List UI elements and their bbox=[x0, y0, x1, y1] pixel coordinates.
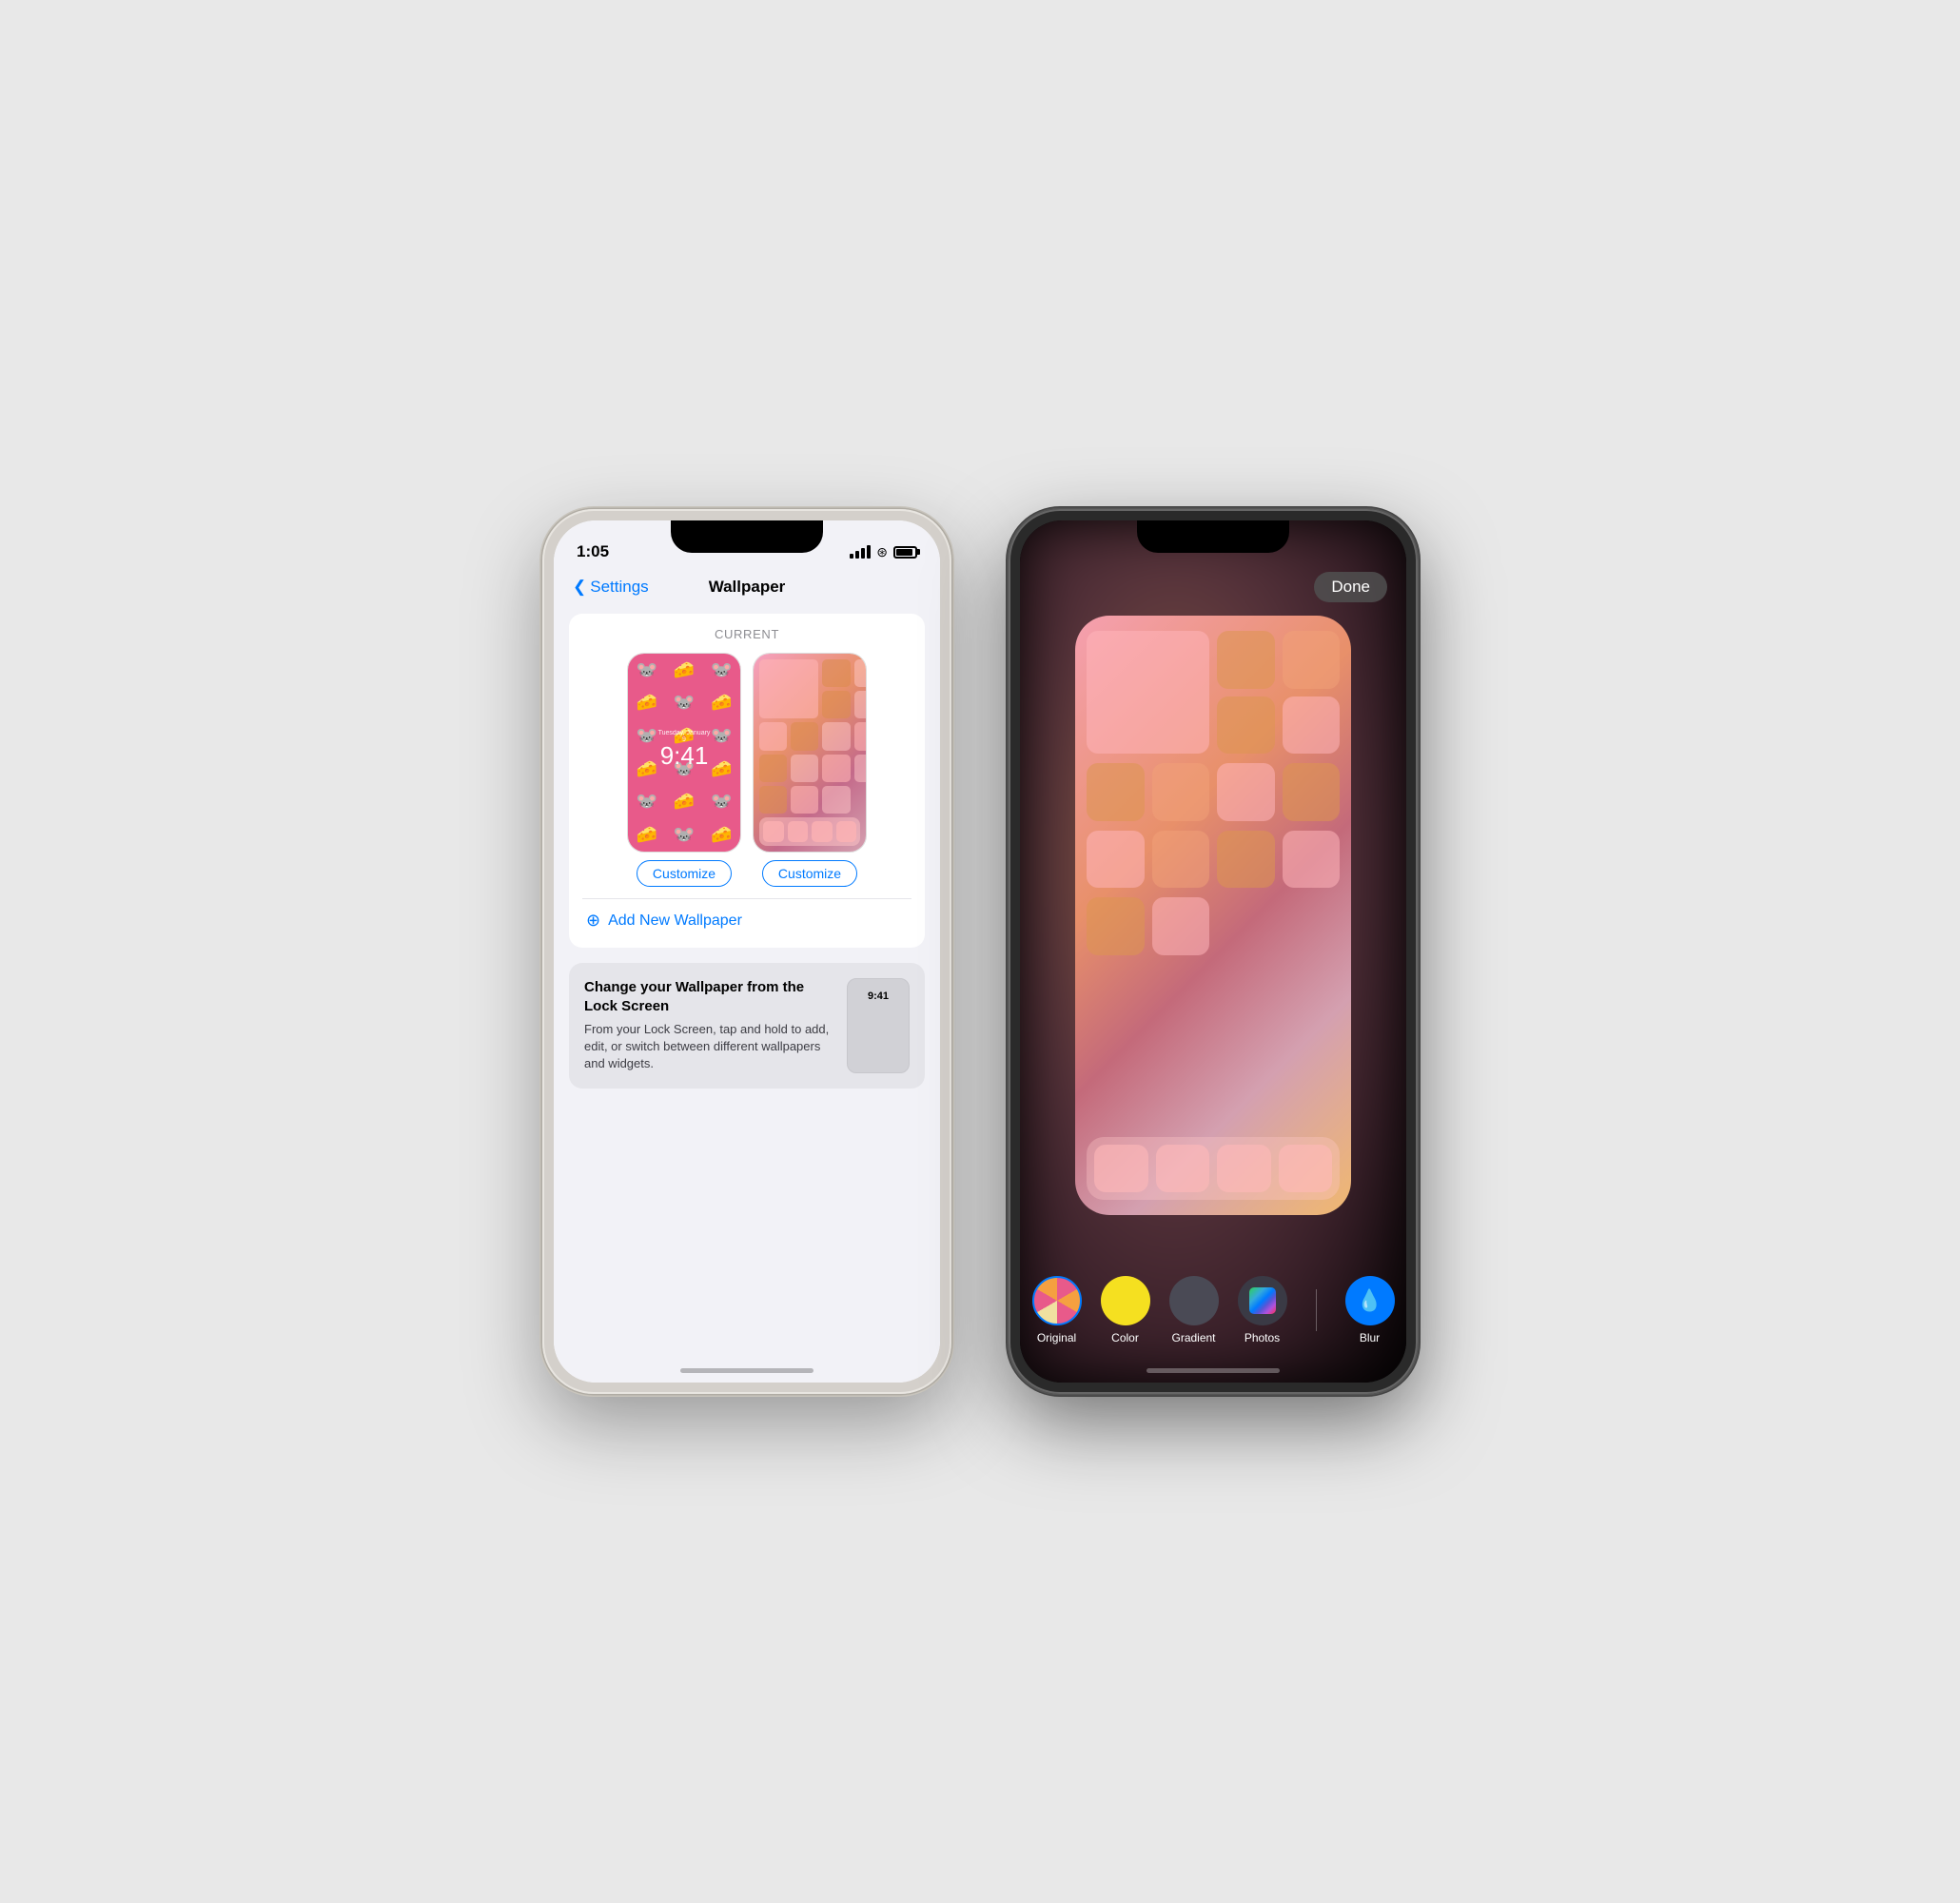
toolbar-option-original[interactable]: Original bbox=[1032, 1276, 1082, 1344]
status-time: 1:05 bbox=[577, 542, 609, 561]
toolbar-divider bbox=[1316, 1289, 1317, 1331]
nav-bar: ❮ Settings Wallpaper bbox=[554, 570, 940, 604]
info-title: Change your Wallpaper from the Lock Scre… bbox=[584, 978, 835, 1015]
settings-screen: 1:05 ⊛ ❮ Set bbox=[554, 520, 940, 1383]
add-wallpaper-label[interactable]: Add New Wallpaper bbox=[608, 912, 742, 930]
original-circle bbox=[1032, 1276, 1082, 1325]
toolbar-option-color[interactable]: Color bbox=[1101, 1276, 1150, 1344]
chevron-left-icon: ❮ bbox=[573, 578, 586, 597]
customize-home-button[interactable]: Customize bbox=[762, 860, 857, 887]
photos-icon bbox=[1249, 1287, 1276, 1314]
toolbar-option-blur[interactable]: 💧 Blur bbox=[1345, 1276, 1395, 1344]
editor-toolbar: Original Color Gradient bbox=[1020, 1276, 1406, 1344]
signal-icon bbox=[850, 545, 871, 559]
current-label: CURRENT bbox=[582, 627, 911, 641]
info-text: Change your Wallpaper from the Lock Scre… bbox=[584, 978, 835, 1073]
toolbar-option-gradient[interactable]: Gradient bbox=[1169, 1276, 1219, 1344]
editor-screen: Done bbox=[1020, 520, 1406, 1383]
home-indicator[interactable] bbox=[680, 1368, 813, 1373]
battery-icon bbox=[893, 546, 917, 559]
dock-preview bbox=[759, 817, 860, 846]
home-indicator-2[interactable] bbox=[1147, 1368, 1280, 1373]
mini-phone-time: 9:41 bbox=[868, 991, 889, 1002]
editor-dock bbox=[1087, 1137, 1340, 1200]
lock-screen-preview[interactable]: 🐭 🧀 🐭 🧀 🐭 🧀 🐭 🧀 🐭 🧀 bbox=[627, 653, 741, 887]
app-row-4 bbox=[1087, 897, 1340, 955]
back-button[interactable]: ❮ Settings bbox=[573, 578, 649, 597]
blur-circle: 💧 bbox=[1345, 1276, 1395, 1325]
add-wallpaper-row[interactable]: ⊕ Add New Wallpaper bbox=[582, 898, 911, 934]
mini-phone-preview: 9:41 bbox=[847, 978, 910, 1073]
status-icons: ⊛ bbox=[850, 544, 917, 560]
notch-2 bbox=[1137, 520, 1289, 553]
lock-date: Tuesday, January 9 bbox=[657, 730, 713, 743]
plus-circle-icon: ⊕ bbox=[586, 911, 600, 931]
blur-label: Blur bbox=[1360, 1331, 1380, 1344]
notch bbox=[671, 520, 823, 553]
back-label[interactable]: Settings bbox=[590, 578, 648, 597]
settings-content: CURRENT 🐭 🧀 🐭 🧀 🐭 bbox=[554, 604, 940, 1098]
photos-label: Photos bbox=[1245, 1331, 1280, 1344]
home-screen-thumbnail bbox=[753, 653, 867, 853]
app-row-2 bbox=[1087, 763, 1340, 821]
info-section: Change your Wallpaper from the Lock Scre… bbox=[569, 963, 925, 1089]
editor-wallpaper-preview bbox=[1075, 616, 1351, 1215]
color-label: Color bbox=[1111, 1331, 1139, 1344]
editor-top-bar: Done bbox=[1295, 520, 1406, 602]
phone-settings: 1:05 ⊛ ❮ Set bbox=[542, 509, 951, 1394]
lock-time: 9:41 bbox=[657, 743, 713, 768]
home-screen-preview[interactable]: Customize bbox=[753, 653, 867, 887]
page-title: Wallpaper bbox=[709, 578, 786, 597]
home-wallpaper-bg bbox=[754, 654, 866, 852]
gradient-label: Gradient bbox=[1171, 1331, 1215, 1344]
wallpaper-previews: 🐭 🧀 🐭 🧀 🐭 🧀 🐭 🧀 🐭 🧀 bbox=[582, 653, 911, 887]
app-row-3 bbox=[1087, 831, 1340, 889]
original-label: Original bbox=[1037, 1331, 1076, 1344]
info-description: From your Lock Screen, tap and hold to a… bbox=[584, 1021, 835, 1073]
photos-circle bbox=[1238, 1276, 1287, 1325]
color-circle bbox=[1101, 1276, 1150, 1325]
toolbar-options: Original Color Gradient bbox=[1032, 1276, 1395, 1344]
customize-lock-button[interactable]: Customize bbox=[637, 860, 732, 887]
lock-screen-thumbnail: 🐭 🧀 🐭 🧀 🐭 🧀 🐭 🧀 🐭 🧀 bbox=[627, 653, 741, 853]
app-grid-preview bbox=[759, 659, 860, 814]
lock-time-overlay: Tuesday, January 9 9:41 bbox=[657, 730, 713, 768]
gradient-circle bbox=[1169, 1276, 1219, 1325]
phone-editor: Done bbox=[1009, 509, 1418, 1394]
wifi-icon: ⊛ bbox=[876, 544, 888, 560]
done-button[interactable]: Done bbox=[1314, 572, 1387, 602]
wallpaper-section: CURRENT 🐭 🧀 🐭 🧀 🐭 bbox=[569, 614, 925, 948]
toolbar-option-photos[interactable]: Photos bbox=[1238, 1276, 1287, 1344]
editor-app-grid-outer bbox=[1075, 616, 1351, 1215]
blur-icon: 💧 bbox=[1357, 1288, 1382, 1313]
